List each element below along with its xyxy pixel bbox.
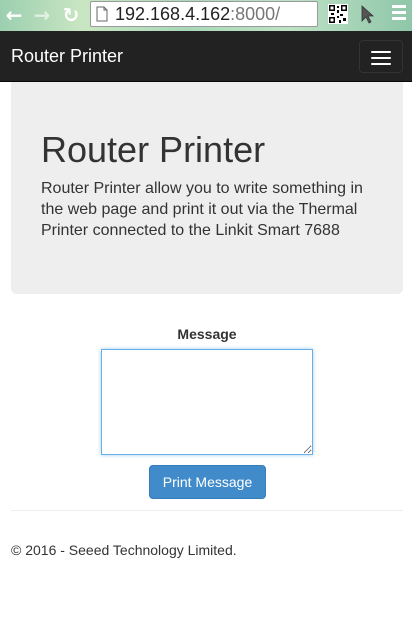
qr-code-extension-icon[interactable] [328, 4, 348, 24]
footer-divider [11, 510, 403, 511]
message-label: Message [177, 326, 237, 342]
forward-arrow-icon[interactable]: → [30, 3, 54, 27]
reload-icon[interactable]: ↻ [59, 3, 83, 27]
page-title: Router Printer [41, 129, 266, 170]
page-icon [96, 6, 108, 22]
browser-menu-icon[interactable] [392, 5, 406, 23]
navbar: Router Printer [0, 31, 412, 82]
navbar-brand[interactable]: Router Printer [11, 46, 123, 67]
jumbotron: Router Printer Router Printer allow you … [11, 82, 403, 294]
cursor-extension-icon[interactable] [358, 4, 378, 24]
back-arrow-icon[interactable]: ← [2, 3, 26, 27]
message-textarea[interactable] [101, 349, 313, 455]
address-url: 192.168.4.162:8000/ [115, 4, 281, 24]
page-description: Router Printer allow you to write someth… [41, 180, 363, 239]
address-bar[interactable]: 192.168.4.162:8000/ 文A ☆ [90, 1, 318, 27]
print-message-button[interactable]: Print Message [149, 465, 266, 499]
hamburger-menu-icon[interactable] [359, 40, 403, 73]
browser-toolbar: ← → ↻ 192.168.4.162:8000/ 文A ☆ [0, 0, 412, 31]
footer-copyright: © 2016 - Seeed Technology Limited. [11, 542, 237, 558]
